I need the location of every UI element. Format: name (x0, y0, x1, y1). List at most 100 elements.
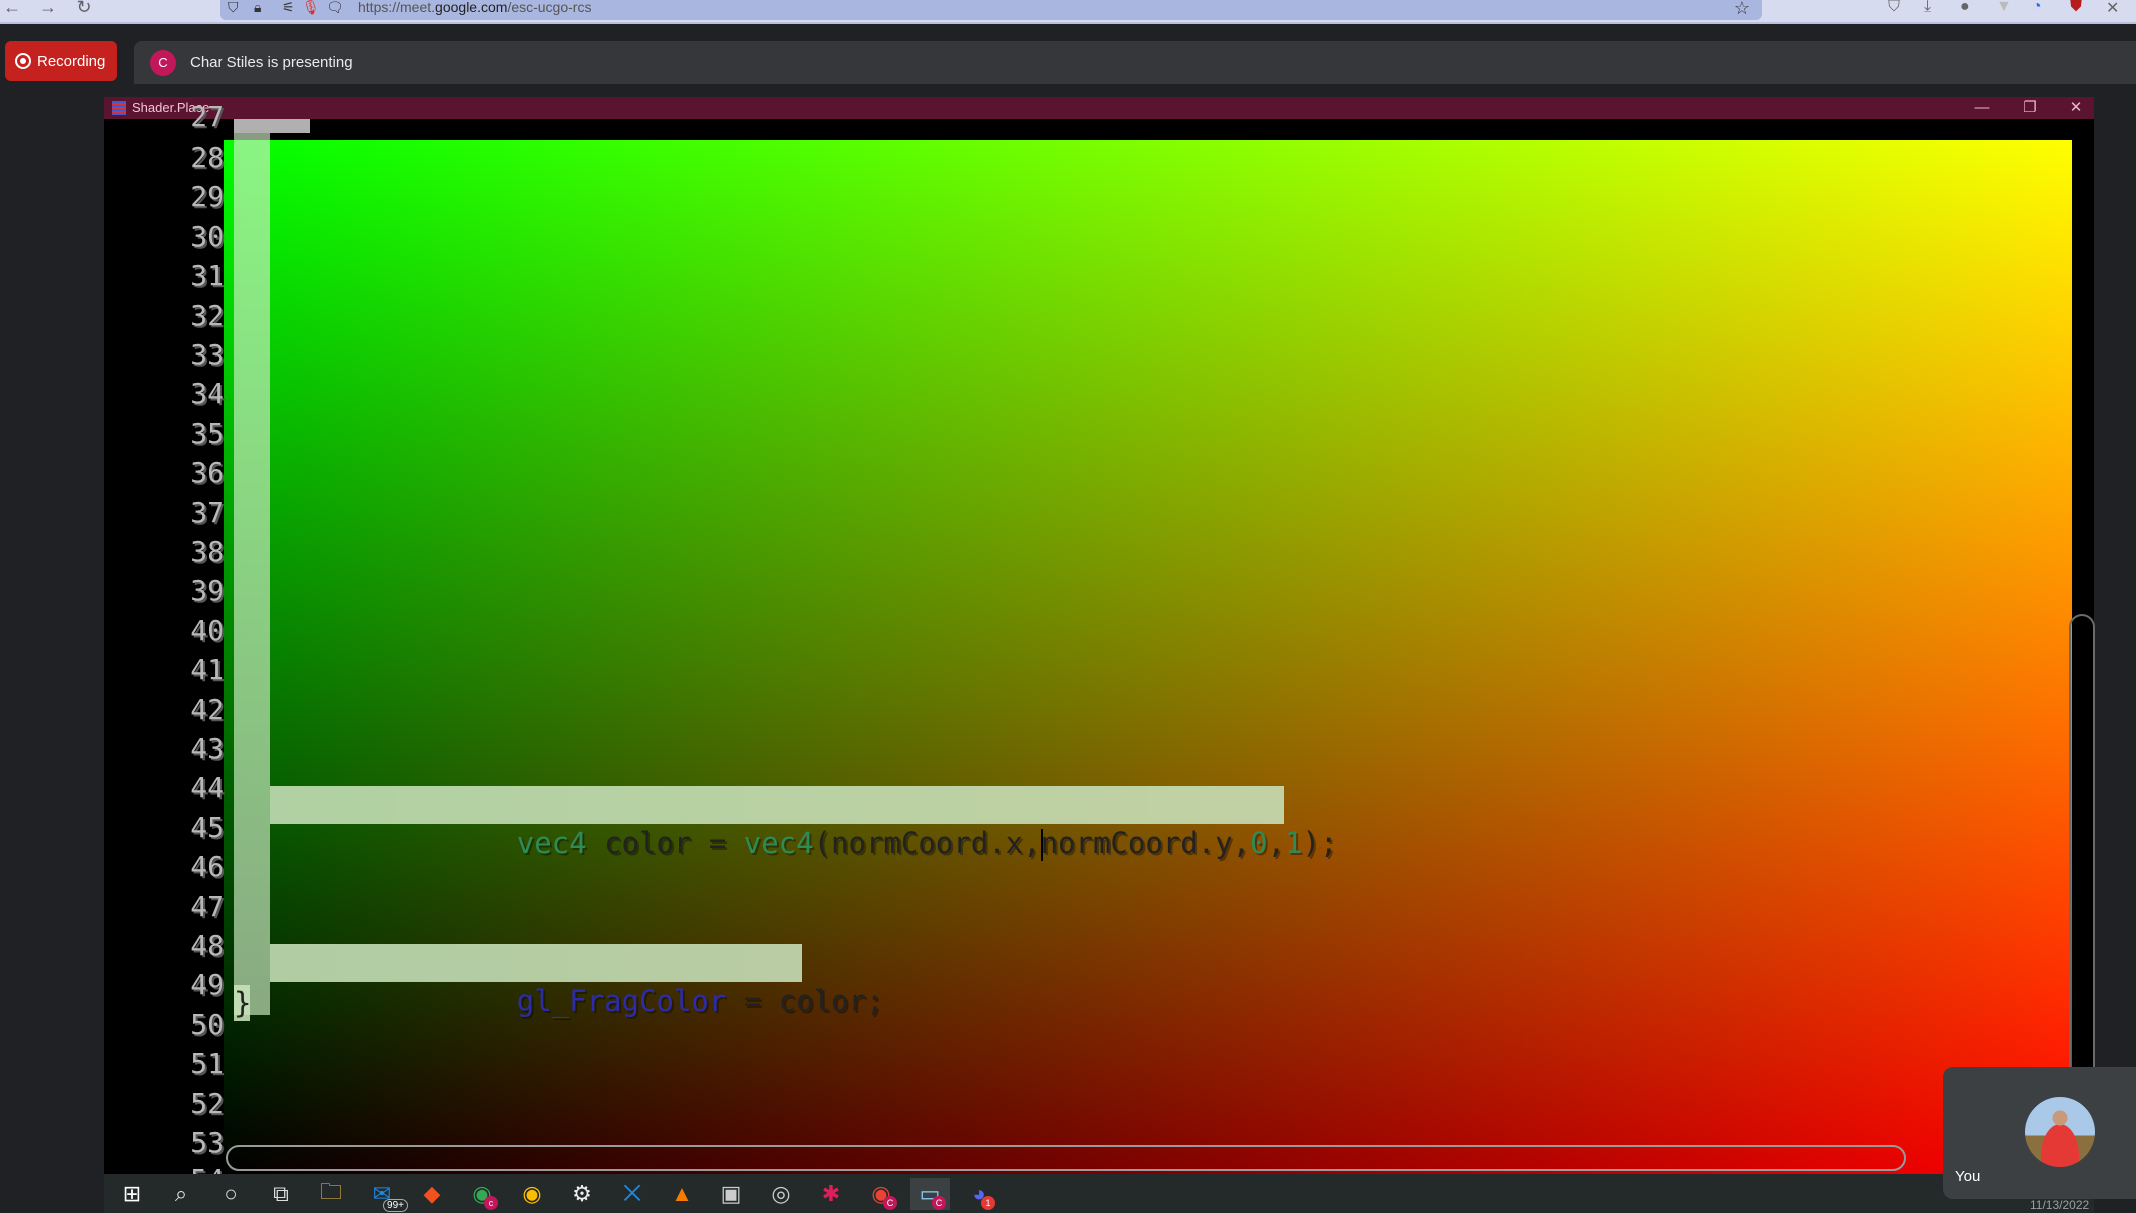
taskbar-date: 11/13/2022 (2030, 1198, 2090, 1212)
notes-icon[interactable]: 🗨︎ (326, 0, 344, 14)
line-number: 34 (190, 377, 224, 411)
chrome-profile-icon[interactable]: ◉ c (462, 1178, 502, 1210)
shield-icon[interactable]: ⛉ (228, 0, 239, 14)
code-token: vec4 (516, 826, 587, 860)
reload-icon[interactable]: ↻ (72, 0, 96, 20)
search-icon[interactable]: ⌕ (161, 1178, 201, 1210)
line-number: 27 (190, 100, 224, 133)
line-number: 36 (190, 456, 224, 490)
cortana-icon[interactable]: ○ (211, 1178, 251, 1210)
line-number: 53 (190, 1126, 224, 1159)
vscode-icon[interactable]: ⨉ (612, 1178, 652, 1210)
code-editor[interactable]: 27 28 29 30 31 32 33 34 35 36 37 38 39 40 41 42 43 44 45 4… (104, 100, 2095, 1196)
record-icon (15, 53, 31, 69)
settings-icon[interactable]: ⚙ (562, 1178, 602, 1210)
browser-toolbar: ← → ↻ ⛉ 🔒︎ ⚟ 🎙︎ 🗨︎ https://meet.google.c… (0, 0, 2136, 24)
line-number: 28 (190, 141, 224, 174)
meet-top-bar: Recording C Char Stiles is presenting (0, 26, 2136, 84)
code-line-46[interactable]: gl_FragColor = color; (270, 944, 883, 1018)
code-token: gl_FragColor (516, 984, 727, 1018)
vpn-icon[interactable]: ◔ (2032, 0, 2042, 16)
chrome-icon[interactable]: ◉ (512, 1178, 552, 1210)
line-number: 41 (190, 653, 224, 687)
back-icon[interactable]: ← (0, 0, 24, 20)
vlc-glyph: ▲ (671, 1181, 693, 1206)
windows-taskbar: ⊞ ⌕ ○ ⧉ 🗀 ✉ 99+ ◆ ◉ c ◉ ⚙ ⨉ ▲ ▣ ◎ ✱ ◉ C ▭ C ◕ 1 (104, 1174, 2094, 1213)
line-number: 50 (190, 1007, 224, 1041)
search-glyph: ⌕ (174, 1181, 188, 1206)
line-number: 44 (190, 771, 224, 805)
mail-icon[interactable]: ✉ 99+ (362, 1178, 408, 1212)
line-number: 51 (190, 1047, 224, 1081)
profile-icon[interactable]: ● (1960, 0, 1970, 16)
notification-badge: C (932, 1196, 946, 1210)
code-token: , (1267, 826, 1286, 860)
git-icon[interactable]: ◆ (412, 1178, 452, 1210)
git-glyph: ◆ (423, 1181, 441, 1206)
line-number: 35 (190, 416, 224, 450)
obs-icon[interactable]: ◎ (761, 1178, 801, 1210)
line-number: 45 (190, 810, 224, 844)
line-number: 32 (190, 298, 224, 332)
notification-badge: 1 (981, 1196, 995, 1210)
pin-icon[interactable]: ✕ (2106, 0, 2119, 18)
start-icon[interactable]: ⊞ (112, 1178, 152, 1210)
close-button[interactable]: ✕ (2056, 97, 2096, 119)
line-number: 37 (190, 495, 224, 529)
indent-guide (234, 119, 310, 133)
line-number: 46 (190, 850, 224, 884)
code-token: (normCoord.x, (813, 826, 1041, 860)
minimize-button[interactable]: — (1962, 97, 2002, 119)
code-line-42[interactable]: vec4 color = vec4(normCoord.x,normCoord.… (270, 786, 1337, 861)
obs-glyph: ◎ (771, 1181, 791, 1206)
line-number-gutter: 27 28 29 30 31 32 33 34 35 36 37 38 39 40 41 42 43 44 45 4… (104, 100, 224, 1196)
code-token: vec4 (743, 826, 814, 860)
microphone-icon[interactable]: 🎙︎ (302, 0, 320, 14)
discord-icon[interactable]: ◕ 1 (959, 1178, 999, 1210)
recording-badge[interactable]: Recording (5, 41, 117, 81)
url-path: /esc-ucgo-rcs (507, 0, 592, 15)
app-icon[interactable]: ▣ (711, 1178, 751, 1210)
presenting-text: Char Stiles is presenting (190, 54, 353, 71)
line-number: 38 (190, 535, 224, 568)
slack-icon[interactable]: ✱ (811, 1178, 851, 1210)
horizontal-scrollbar[interactable] (226, 1145, 1906, 1171)
file-explorer-icon[interactable]: 🗀 (311, 1178, 351, 1210)
forward-icon[interactable]: → (36, 0, 60, 20)
line-number: 30 (190, 219, 224, 253)
code-token: ); (1302, 826, 1338, 860)
extension-icon[interactable]: ▼ (1996, 0, 2012, 16)
slack-glyph: ✱ (821, 1181, 841, 1206)
bookmark-star-icon[interactable]: ☆ (1734, 0, 1750, 19)
window-c-icon[interactable]: ▭ C (910, 1178, 950, 1210)
start-glyph: ⊞ (122, 1181, 142, 1206)
line-number: 33 (190, 338, 224, 371)
restore-button[interactable]: ❐ (2010, 97, 2050, 119)
line-number: 29 (190, 180, 224, 214)
notification-badge: c (484, 1196, 498, 1210)
code-token: color = (586, 826, 744, 860)
address-bar[interactable]: ⛉ 🔒︎ ⚟ 🎙︎ 🗨︎ https://meet.google.com/esc… (220, 0, 1762, 20)
line-number: 48 (190, 929, 224, 962)
line-number: 42 (190, 692, 224, 726)
lock-icon[interactable]: 🔒︎ (254, 0, 261, 14)
line-number: 49 (190, 968, 224, 1002)
vscode-glyph: ⨉ (623, 1181, 641, 1206)
download-icon[interactable]: ⤓ (1924, 0, 1931, 16)
code-line-47[interactable]: } (234, 985, 251, 1021)
vlc-icon[interactable]: ▲ (662, 1178, 702, 1210)
window-titlebar[interactable]: Shader.Place — ❐ ✕ (104, 97, 2094, 119)
presenting-banner: C Char Stiles is presenting (134, 41, 2136, 84)
permissions-icon[interactable]: ⚟ (282, 0, 295, 14)
line-number: 40 (190, 613, 224, 647)
self-view-tile[interactable]: You (1943, 1067, 2136, 1199)
chrome-c-icon[interactable]: ◉ C (861, 1178, 901, 1210)
url-text[interactable]: https://meet.google.com/esc-ucgo-rcs (358, 0, 591, 14)
task-view-icon[interactable]: ⧉ (261, 1178, 301, 1210)
pocket-icon[interactable]: ⛉ (1888, 0, 1900, 16)
file-explorer-glyph: 🗀 (319, 1179, 342, 1204)
code-token: 0 (1250, 826, 1268, 860)
ublock-icon[interactable]: ⛊ (2070, 0, 2082, 16)
task-view-glyph: ⧉ (273, 1181, 289, 1206)
code-token: normCoord.y, (1040, 826, 1251, 860)
